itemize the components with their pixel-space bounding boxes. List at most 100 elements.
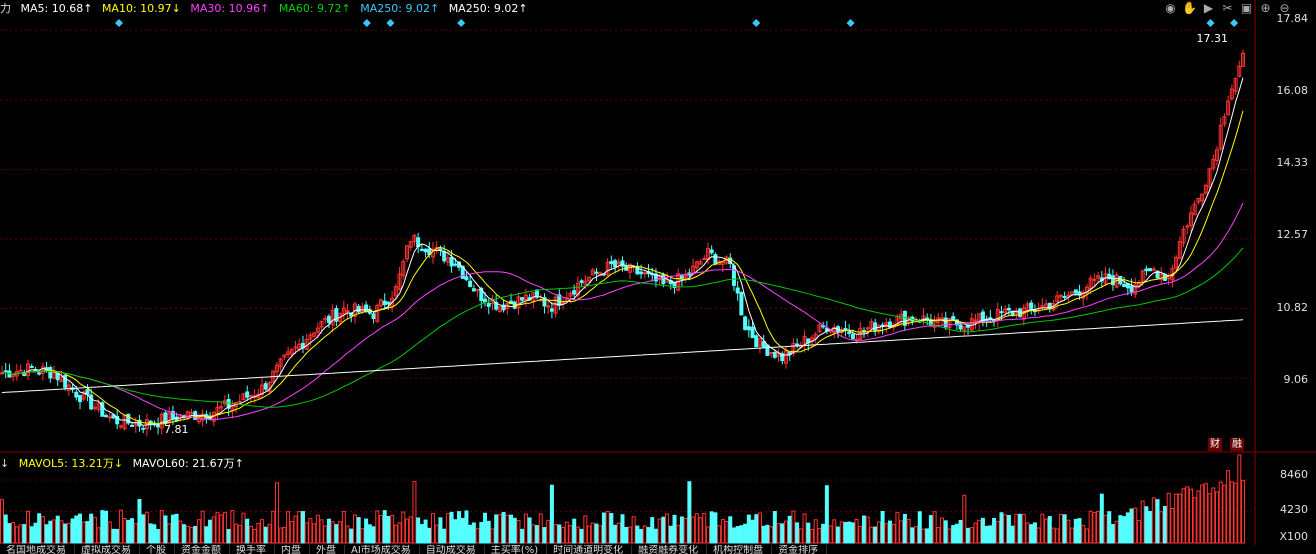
volume-bar	[910, 527, 915, 544]
volume-bar	[308, 518, 313, 544]
signal-marker	[362, 19, 371, 27]
ma-legend: 力 MA5: 10.68↑ MA10: 10.97↓ MA30: 10.96↑ …	[0, 1, 534, 17]
tab-item[interactable]: 资金排序	[772, 545, 828, 554]
volume-bar	[583, 515, 588, 544]
signal-marker	[457, 19, 466, 27]
candle-body	[1151, 268, 1156, 271]
volume-bar	[995, 521, 1000, 544]
candle-body	[419, 248, 424, 251]
signal-marker	[752, 19, 761, 27]
candle-body	[1185, 225, 1190, 228]
volume-bar	[728, 516, 733, 544]
volume-bar	[92, 516, 97, 544]
tab-item[interactable]: 主买率(%)	[485, 545, 548, 554]
volume-bar	[587, 525, 592, 544]
volume-bar	[457, 511, 462, 544]
volume-bar	[300, 511, 305, 544]
volume-bar	[271, 510, 276, 544]
volume-bar	[535, 525, 540, 544]
volume-bar	[817, 527, 822, 544]
volume-bar	[1073, 518, 1078, 544]
volume-bar	[1170, 508, 1175, 544]
volume-bar	[263, 526, 268, 544]
candle-body	[772, 351, 777, 358]
zoom-in-icon[interactable]: ⊕	[1258, 1, 1273, 16]
volume-bar	[509, 514, 514, 544]
volume-bar	[731, 527, 736, 544]
eye-icon[interactable]: ◉	[1163, 1, 1178, 16]
volume-bar	[397, 522, 402, 544]
finance-tag[interactable]: 财	[1208, 438, 1222, 451]
volume-bar	[148, 523, 153, 544]
volume-bar	[193, 525, 198, 544]
tab-item[interactable]: 机构控制盘	[707, 545, 773, 554]
volume-bar	[932, 511, 937, 544]
tab-item[interactable]: 名国地成交易	[0, 545, 75, 554]
volume-bar	[1103, 514, 1108, 544]
candle-body	[453, 263, 458, 266]
volume-bar	[984, 525, 989, 544]
volume-bar	[345, 525, 350, 544]
volume-bar	[1025, 522, 1030, 544]
volume-bar	[809, 529, 814, 544]
hand-icon[interactable]: ✋	[1182, 1, 1197, 16]
volume-bar	[1181, 488, 1186, 544]
candle-body	[1148, 268, 1153, 272]
volume-bar	[973, 522, 978, 544]
volume-bar	[1118, 515, 1123, 544]
tab-item[interactable]: AI市场成交易	[345, 545, 420, 554]
candle-body	[471, 288, 476, 292]
tab-item[interactable]: 自动成交易	[420, 545, 485, 554]
margin-tag[interactable]: 融	[1230, 438, 1244, 451]
volume-bar	[746, 514, 751, 544]
tab-item[interactable]: 内盘	[275, 545, 310, 554]
volume-bar	[479, 521, 484, 544]
candle-body	[141, 427, 146, 430]
volume-bar	[1200, 484, 1205, 544]
tab-item[interactable]: 融资融券变化	[632, 545, 708, 554]
volume-bar	[464, 510, 469, 544]
ma10-legend: MA10: 10.97↓	[101, 2, 181, 15]
volume-bar	[947, 528, 952, 544]
candle-body	[594, 271, 599, 274]
lock-icon[interactable]: ▣	[1239, 1, 1254, 16]
volume-bar	[783, 520, 788, 544]
candle-body	[1062, 295, 1067, 298]
volume-bar	[992, 517, 997, 544]
volume-bar	[100, 510, 105, 544]
play-icon[interactable]: ▶	[1201, 1, 1216, 16]
scissors-icon[interactable]: ✂	[1220, 1, 1235, 16]
volume-bar	[1021, 514, 1026, 544]
volume-bar	[323, 525, 328, 544]
volume-bar	[512, 517, 517, 544]
volume-bar	[862, 515, 867, 544]
volume-bar	[847, 521, 852, 544]
vol-tick-0: 8460	[1280, 468, 1308, 481]
volume-bar	[1010, 525, 1015, 544]
candle-body	[750, 326, 755, 339]
tab-item[interactable]: 虚拟成交易	[75, 545, 140, 554]
volume-bar	[1136, 519, 1141, 544]
volume-bar	[453, 519, 458, 544]
volume-bar	[531, 524, 536, 544]
volume-bar	[891, 523, 896, 544]
volume-bar	[74, 515, 79, 544]
candle-body	[847, 331, 852, 334]
volume-bar	[665, 513, 670, 544]
candle-body	[1066, 294, 1071, 297]
volume-bar	[22, 524, 27, 544]
price-tick-1: 16.08	[1276, 84, 1309, 97]
price-tick-5: 9.06	[1283, 373, 1309, 386]
volume-bar	[1162, 505, 1167, 544]
tab-item[interactable]: 个股	[140, 545, 175, 554]
tab-item[interactable]: 换手率	[230, 545, 275, 554]
tab-item[interactable]: 外盘	[310, 545, 345, 554]
candle-body	[237, 400, 242, 403]
volume-bar	[37, 513, 42, 544]
tab-item[interactable]: 资金金额	[175, 545, 230, 554]
volume-bar	[598, 525, 603, 544]
volume-bar	[78, 513, 83, 544]
volume-bar	[267, 523, 272, 544]
tab-item[interactable]: 时间通道明变化	[547, 545, 633, 554]
candle-body	[293, 346, 298, 349]
